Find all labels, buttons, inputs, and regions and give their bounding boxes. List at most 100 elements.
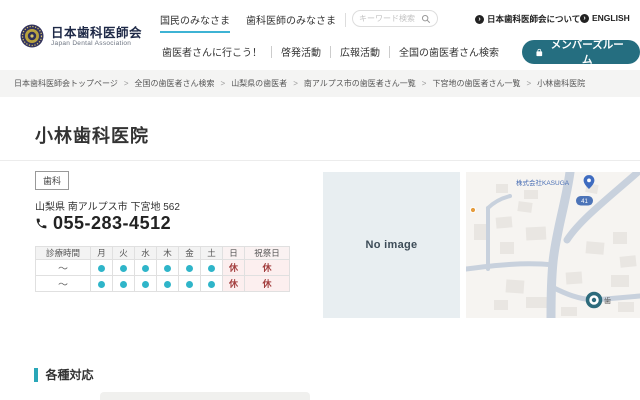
logo[interactable]: 日本歯科医師会 Japan Dental Association	[20, 24, 142, 48]
phone-link[interactable]: 055-283-4512	[35, 213, 171, 234]
breadcrumb-search[interactable]: 全国の歯医者さん検索	[135, 78, 215, 89]
schedule-header-row: 診療時間 月 火 水 木 金 土 日 祝祭日	[35, 246, 290, 260]
about-link[interactable]: › 日本歯科医師会について	[475, 13, 580, 25]
no-image-label: No image	[365, 239, 418, 251]
clinic-marker-label: 歯	[604, 296, 611, 305]
nav-item-citizens[interactable]: 国民のみなさま	[160, 12, 230, 33]
open-dot-icon	[208, 264, 215, 272]
nav-item-dentists[interactable]: 歯科医師のみなさま	[246, 12, 336, 33]
nav-separator	[330, 45, 331, 58]
route-badge-label: 41	[581, 199, 588, 205]
clinic-photo-placeholder: No image	[323, 172, 460, 318]
nav-separator	[389, 45, 390, 58]
open-dot-icon	[208, 280, 215, 288]
jda-emblem-icon	[20, 24, 44, 48]
services-section-heading: 各種対応	[34, 366, 94, 383]
schedule-header: 金	[178, 246, 201, 260]
schedule-header: 水	[134, 246, 157, 260]
page-title: 小林歯科医院	[35, 126, 149, 146]
services-item-partial	[100, 392, 310, 400]
search-input[interactable]	[359, 14, 421, 23]
open-day-cell	[156, 275, 179, 292]
open-dot-icon	[98, 280, 105, 288]
open-dot-icon	[98, 264, 105, 272]
circle-arrow-icon: ›	[580, 13, 589, 23]
lock-icon	[536, 48, 543, 56]
open-day-cell	[112, 259, 135, 276]
about-link-label: 日本歯科医師会について	[487, 14, 581, 24]
open-day-cell	[90, 259, 113, 276]
breadcrumb-separator: >	[293, 79, 298, 88]
title-divider	[0, 160, 640, 161]
phone-icon	[36, 218, 47, 229]
open-day-cell	[200, 275, 223, 292]
nav-main: 歯医者さんに行こう！ 啓発活動 広報活動 全国の歯医者さん検索	[162, 44, 499, 59]
nav-item-dentist-search[interactable]: 全国の歯医者さん検索	[399, 44, 499, 59]
breadcrumb-city[interactable]: 南アルプス市の歯医者さん一覧	[304, 78, 416, 89]
logo-text: 日本歯科医師会 Japan Dental Association	[51, 26, 142, 47]
schedule-header: 月	[90, 246, 113, 260]
breadcrumb: 日本歯科医師会トップページ > 全国の歯医者さん検索 > 山梨県の歯医者 > 南…	[0, 70, 640, 97]
breadcrumb-home[interactable]: 日本歯科医師会トップページ	[14, 78, 118, 89]
time-cell: ～	[35, 259, 91, 276]
open-day-cell	[200, 259, 223, 276]
open-dot-icon	[142, 280, 149, 288]
open-day-cell	[90, 275, 113, 292]
breadcrumb-prefecture[interactable]: 山梨県の歯医者	[231, 78, 287, 89]
open-dot-icon	[186, 264, 193, 272]
nav-top: 国民のみなさま 歯科医師のみなさま	[160, 12, 336, 33]
time-cell: ～	[35, 275, 91, 292]
closed-day-cell: 休	[222, 259, 245, 276]
nav-item-pr[interactable]: 広報活動	[340, 44, 380, 59]
map-poi-label: 株式会社KASUGA	[516, 178, 570, 187]
nav-separator	[271, 45, 272, 58]
breadcrumb-district[interactable]: 下宮地の歯医者さん一覧	[432, 78, 520, 89]
nav-item-go-to-dentist[interactable]: 歯医者さんに行こう！	[162, 44, 262, 59]
breadcrumb-separator: >	[123, 79, 129, 88]
members-room-label: メンバーズルーム	[550, 39, 624, 66]
search-icon[interactable]	[421, 14, 431, 24]
open-dot-icon	[164, 280, 171, 288]
section-accent-bar	[34, 367, 38, 382]
breadcrumb-separator: >	[220, 79, 226, 88]
open-day-cell	[112, 275, 135, 292]
circle-arrow-icon: ›	[475, 14, 484, 24]
clinic-address: 山梨県 南アルプス市 下宮地 562	[35, 202, 180, 213]
schedule-header: 木	[156, 246, 179, 260]
schedule-header: 診療時間	[35, 246, 91, 260]
open-dot-icon	[164, 264, 171, 272]
clinic-marker-icon[interactable]	[585, 291, 603, 309]
breadcrumb-separator: >	[526, 79, 532, 88]
open-day-cell	[156, 259, 179, 276]
closed-day-cell: 休	[244, 275, 290, 292]
schedule-header-sunday: 日	[222, 246, 245, 260]
schedule-row: ～ 休休	[35, 275, 290, 292]
members-room-button[interactable]: メンバーズルーム	[522, 39, 640, 66]
open-day-cell	[134, 259, 157, 276]
header: 日本歯科医師会 Japan Dental Association 国民のみなさま…	[0, 0, 640, 70]
category-badge: 歯科	[35, 171, 70, 190]
open-dot-icon	[142, 264, 149, 272]
open-dot-icon	[186, 280, 193, 288]
route-badge: 41	[576, 196, 593, 206]
open-dot-icon	[120, 264, 127, 272]
logo-subtitle: Japan Dental Association	[51, 39, 132, 47]
map-canvas: 株式会社KASUGA 41 歯	[466, 172, 640, 318]
closed-day-cell: 休	[244, 259, 290, 276]
schedule-table: 診療時間 月 火 水 木 金 土 日 祝祭日 ～ 休休 ～ 休休	[35, 246, 290, 292]
phone-number: 055-283-4512	[53, 213, 172, 233]
closed-day-cell: 休	[222, 275, 245, 292]
breadcrumb-separator: >	[421, 79, 427, 88]
map[interactable]: 株式会社KASUGA 41 歯	[466, 172, 640, 318]
english-link[interactable]: › ENGLISH	[580, 13, 630, 23]
breadcrumb-current: 小林歯科医院	[537, 79, 586, 88]
page: 日本歯科医師会 Japan Dental Association 国民のみなさま…	[0, 0, 640, 400]
schedule-row: ～ 休休	[35, 259, 290, 276]
search-box	[352, 10, 438, 27]
open-dot-icon	[120, 280, 127, 288]
schedule-header: 火	[112, 246, 135, 260]
nav-divider	[345, 13, 346, 27]
nav-item-awareness[interactable]: 啓発活動	[281, 44, 321, 59]
schedule-header: 土	[200, 246, 223, 260]
open-day-cell	[134, 275, 157, 292]
